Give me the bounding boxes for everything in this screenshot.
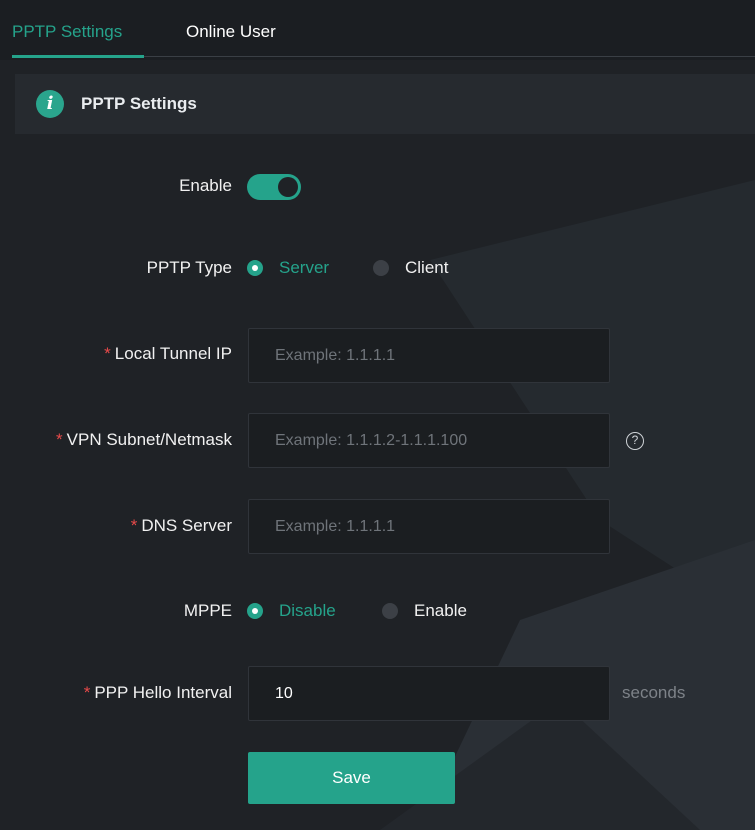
radio-mppe-disable-label: Disable <box>279 601 336 620</box>
save-button[interactable]: Save <box>248 752 455 804</box>
dns-server-label: * DNS Server <box>131 516 232 536</box>
radio-unchecked-icon <box>373 260 389 276</box>
section-title: PPTP Settings <box>81 94 197 113</box>
seconds-unit: seconds <box>622 683 686 702</box>
radio-server[interactable]: Server <box>247 258 329 278</box>
active-tab-indicator <box>12 55 144 58</box>
tab-online-user[interactable]: Online User <box>186 22 276 42</box>
radio-checked-icon <box>247 603 263 619</box>
local-tunnel-ip-label: * Local Tunnel IP <box>104 344 232 364</box>
vpn-subnet-input[interactable] <box>248 413 610 468</box>
radio-mppe-disable[interactable]: Disable <box>247 601 336 621</box>
info-icon: i <box>36 90 64 118</box>
radio-server-label: Server <box>279 258 330 277</box>
mppe-label: MPPE <box>183 601 232 620</box>
tab-pptp-settings[interactable]: PPTP Settings <box>12 22 122 42</box>
question-circle-icon[interactable]: ? <box>626 432 644 450</box>
tab-bar: PPTP Settings Online User <box>0 0 755 60</box>
section-header: i PPTP Settings <box>15 74 755 134</box>
radio-unchecked-icon <box>382 603 398 619</box>
local-tunnel-ip-text: Local Tunnel IP <box>114 344 232 363</box>
radio-mppe-enable-label: Enable <box>414 601 467 620</box>
radio-client-label: Client <box>405 258 449 277</box>
vpn-subnet-label: * VPN Subnet/Netmask <box>56 430 232 450</box>
radio-checked-icon <box>247 260 263 276</box>
local-tunnel-ip-input[interactable] <box>248 328 610 383</box>
required-marker: * <box>83 683 91 702</box>
required-marker: * <box>130 516 138 535</box>
ppp-hello-interval-text: PPP Hello Interval <box>94 683 232 702</box>
required-marker: * <box>56 430 63 449</box>
enable-label: Enable <box>179 176 232 195</box>
dns-server-input[interactable] <box>248 499 610 554</box>
dns-server-text: DNS Server <box>141 516 232 535</box>
enable-toggle[interactable] <box>247 174 301 200</box>
pptp-type-label: PPTP Type <box>146 258 232 277</box>
pptp-settings-page: PPTP Settings Online User i PPTP Setting… <box>0 0 755 830</box>
vpn-subnet-text: VPN Subnet/Netmask <box>66 430 232 449</box>
ppp-hello-interval-label: * PPP Hello Interval <box>84 683 232 703</box>
toggle-knob <box>278 177 298 197</box>
required-marker: * <box>104 344 111 363</box>
radio-mppe-enable[interactable]: Enable <box>382 601 467 621</box>
radio-client[interactable]: Client <box>373 258 448 278</box>
ppp-hello-interval-input[interactable] <box>248 666 610 721</box>
